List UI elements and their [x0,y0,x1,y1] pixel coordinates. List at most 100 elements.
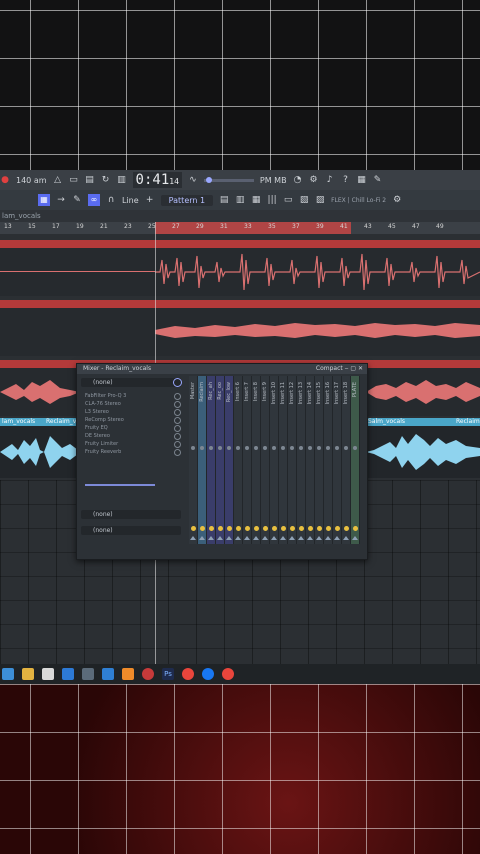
clip-label[interactable]: Salm_vocals [366,418,454,426]
mixer-strip[interactable]: Reclaim [198,376,207,544]
app-icon[interactable] [102,668,114,680]
master-volume-slider[interactable] [203,176,254,183]
mixer-strip[interactable]: Insert 11 [279,376,288,544]
clip-label[interactable]: Reclaim [454,418,480,426]
wait-icon[interactable]: ▭ [69,175,79,185]
step-icon[interactable]: ▥ [117,175,127,185]
track-lane-2[interactable] [0,308,480,356]
mix-level-slider[interactable] [85,484,155,486]
mixer-strip[interactable]: Insert 18 [342,376,351,544]
mixer-strip[interactable]: Insert 6 [234,376,243,544]
background-grid-bottom [0,684,480,854]
track-lane-1[interactable] [0,248,480,296]
file-explorer-icon[interactable] [22,668,34,680]
waveform-monitor-icon: ∿ [189,175,197,185]
plugin-db-icon[interactable]: ▧ [299,195,309,205]
fl-studio-icon[interactable] [122,668,134,680]
tempo-display[interactable]: 140 am [16,176,47,185]
mixer-strip[interactable]: Insert 17 [333,376,342,544]
pattern-song-toggle[interactable]: ▦ [38,194,50,206]
fx-slot-4[interactable]: ReComp Stereo [85,416,181,424]
mixer-icon[interactable]: ||| [267,195,277,205]
daw-window: ● 140 am △ ▭ ▤ ↻ ▥ 0:4114 ∿ PM MB ◔ ⚙ ♪ … [0,170,480,684]
piano-roll-icon[interactable]: ▥ [235,195,245,205]
fx-slot-7[interactable]: Fruity Limiter [85,440,181,448]
fx-slot-8[interactable]: Fruity Reeverb [85,448,181,456]
mixer-strip[interactable]: Insert 16 [324,376,333,544]
record-icon[interactable]: ● [0,175,10,185]
mixer-strip[interactable]: Insert 8 [252,376,261,544]
channel-rack-icon[interactable]: ▦ [251,195,261,205]
snap-icon[interactable]: ∞ [88,194,100,206]
mixer-strip[interactable]: Rec_ah [207,376,216,544]
track-header-1[interactable] [0,240,480,248]
browser-icon[interactable]: ◔ [293,175,303,185]
song-time[interactable]: 0:4114 [132,172,182,188]
arrow-right-icon[interactable]: → [56,195,66,205]
mixer-window: Mixer - Reclaim_vocals Compact ‒ ▢ ✕ (no… [76,363,368,560]
fx-slot-1[interactable]: FabFilter Pro-Q 3 [85,392,181,400]
cpu-meter: PM MB [259,175,287,185]
magnet-icon[interactable]: ∩ [106,195,116,205]
metronome-icon[interactable]: △ [53,175,63,185]
main-toolbar: ● 140 am △ ▭ ▤ ↻ ▥ 0:4114 ∿ PM MB ◔ ⚙ ♪ … [0,170,480,190]
mixer-strip[interactable]: Insert 15 [315,376,324,544]
track-3-waveform-left [0,380,80,404]
settings-icon[interactable]: ⚙ [392,195,402,205]
chrome-profile-icon[interactable] [222,668,234,680]
fx-slot-2[interactable]: CLA-76 Stereo [85,400,181,408]
playlist-icon[interactable]: ▤ [219,195,229,205]
mixer-strip[interactable]: Insert 14 [306,376,315,544]
track-2-waveform [155,323,480,338]
news-icon[interactable]: ✎ [373,175,383,185]
loop-record-icon[interactable]: ↻ [101,175,111,185]
sample-icon[interactable]: ▨ [315,195,325,205]
background-grid-top [0,0,480,170]
track-4-waveform-left [0,436,78,468]
mixer-strip[interactable]: PLATE [351,376,360,544]
help-icon[interactable]: ? [341,175,351,185]
mixer-strip[interactable]: Insert 13 [297,376,306,544]
recorder-icon[interactable] [142,668,154,680]
fx-slot-5[interactable]: Fruity EQ [85,424,181,432]
facebook-icon[interactable] [202,668,214,680]
countdown-icon[interactable]: ▤ [85,175,95,185]
mixer-mode[interactable]: Compact [316,365,343,372]
mixer-strip[interactable]: Rec_oo [216,376,225,544]
mixer-fx-panel: (none) FabFilter Pro-Q 3 CLA-76 Stereo L… [81,376,185,556]
fx-slot-3[interactable]: L3 Stereo [85,408,181,416]
mixer-strip[interactable]: Insert 10 [270,376,279,544]
track-header-2[interactable] [0,300,480,308]
mixer-strip[interactable]: Rec_low [225,376,234,544]
plugin-icon[interactable]: ⚙ [309,175,319,185]
chrome-icon[interactable] [182,668,194,680]
snap-select[interactable]: Line [122,196,139,205]
mic-icon[interactable]: ♪ [325,175,335,185]
track-3-waveform-right [366,380,480,404]
secondary-toolbar: ▦ → ✎ ∞ ∩ Line + Pattern 1 ▤ ▥ ▦ ||| ▭ ▧… [0,190,480,210]
track-1-waveform [155,253,480,291]
pattern-selector[interactable]: Pattern 1 [160,194,214,206]
notes-icon[interactable] [82,668,94,680]
start-icon[interactable] [2,668,14,680]
clip-label[interactable]: lam_vocals [0,418,44,426]
fx-slot-6[interactable]: DE Stereo [85,432,181,440]
draw-icon[interactable]: ✎ [72,195,82,205]
mixer-strip[interactable]: Insert 9 [261,376,270,544]
calculator-icon[interactable] [42,668,54,680]
mixer-strip[interactable]: Insert 7 [243,376,252,544]
input-slot[interactable]: (none) [81,378,181,387]
output-slot-1[interactable]: (none) [81,510,181,519]
input-knob-icon[interactable] [173,378,182,387]
output-slot-2[interactable]: (none) [81,526,181,535]
mixer-title-bar[interactable]: Mixer - Reclaim_vocals Compact ‒ ▢ ✕ [77,364,367,374]
add-pattern-icon[interactable]: + [145,195,155,205]
timeline-ruler[interactable]: 13 15 17 19 21 23 25 27 29 31 33 35 37 3… [0,222,480,234]
mixer-strip[interactable]: Master [189,376,198,544]
outlook-icon[interactable] [62,668,74,680]
browser-toggle-icon[interactable]: ▭ [283,195,293,205]
clip-label[interactable]: Reclaim_vo [44,418,78,426]
tempo-tap-icon[interactable]: ▦ [357,175,367,185]
mixer-strip[interactable]: Insert 12 [288,376,297,544]
photoshop-icon[interactable]: Ps [162,668,174,680]
